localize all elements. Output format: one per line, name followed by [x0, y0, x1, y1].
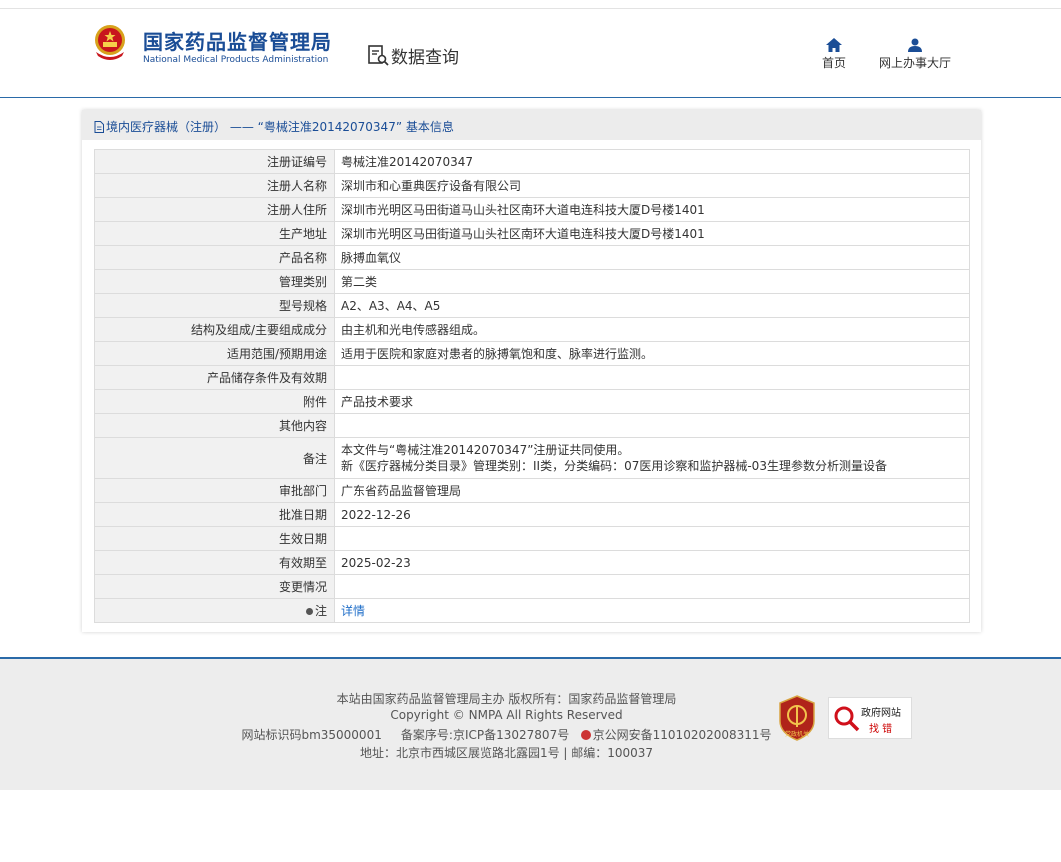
field-key: 备注: [94, 437, 335, 479]
field-key: 注册人住所: [94, 197, 335, 222]
field-key: 产品储存条件及有效期: [94, 365, 335, 390]
panel-title: 境内医疗器械（注册） —— “粤械注准20142070347” 基本信息: [94, 118, 454, 135]
field-value: 由主机和光电传感器组成。: [334, 317, 970, 342]
details-link[interactable]: 详情: [341, 604, 365, 618]
site-footer: 本站由国家药品监督管理局主办 版权所有：国家药品监督管理局 Copyright …: [0, 659, 1061, 790]
field-value-remark: 本文件与“粤械注准20142070347”注册证共同使用。 新《医疗器械分类目录…: [334, 437, 970, 479]
field-value: 2022-12-26: [334, 502, 970, 527]
table-row: 结构及组成/主要组成成分 由主机和光电传感器组成。: [94, 317, 970, 342]
field-value: 深圳市光明区马田街道马山头社区南环大道电连科技大厦D号楼1401: [334, 221, 970, 246]
note-value-cell: 详情: [334, 598, 970, 623]
field-value: 产品技术要求: [334, 389, 970, 414]
pin-icon: [305, 608, 313, 615]
table-row: 注册人住所 深圳市光明区马田街道马山头社区南环大道电连科技大厦D号楼1401: [94, 197, 970, 222]
nav-home[interactable]: 首页: [816, 38, 852, 71]
table-row-remark: 备注 本文件与“粤械注准20142070347”注册证共同使用。 新《医疗器械分…: [94, 437, 970, 479]
field-key: 附件: [94, 389, 335, 414]
nav-online-hall-label: 网上办事大厅: [878, 56, 951, 70]
field-key: 批准日期: [94, 502, 335, 527]
footer-address: 地址：北京市西城区展览路北露园1号 | 邮编：100037: [359, 746, 654, 760]
police-badge-icon: [580, 730, 591, 740]
national-emblem-icon: [95, 25, 125, 60]
data-query-icon[interactable]: [366, 43, 390, 67]
field-key: 型号规格: [94, 293, 335, 318]
table-row: 产品储存条件及有效期: [94, 365, 970, 390]
field-value: 适用于医院和家庭对患者的脉搏氧饱和度、脉率进行监测。: [334, 341, 970, 366]
field-key: 生效日期: [94, 526, 335, 551]
magnifier-icon: [834, 706, 860, 732]
detail-panel: 境内医疗器械（注册） —— “粤械注准20142070347” 基本信息 注册证…: [82, 110, 981, 632]
table-row: 注册证编号 粤械注准20142070347: [94, 149, 970, 174]
logo-title-cn[interactable]: 国家药品监督管理局: [143, 26, 332, 55]
field-value: 2025-02-23: [334, 550, 970, 575]
field-key: 注册人名称: [94, 173, 335, 198]
field-key: 注册证编号: [94, 149, 335, 174]
info-table: 注册证编号 粤械注准20142070347 注册人名称 深圳市和心重典医疗设备有限公…: [94, 149, 970, 623]
table-row: 审批部门 广东省药品监督管理局: [94, 478, 970, 503]
table-row: 生产地址 深圳市光明区马田街道马山头社区南环大道电连科技大厦D号楼1401: [94, 221, 970, 246]
nav-home-label: 首页: [821, 56, 846, 70]
table-row: 批准日期 2022-12-26: [94, 502, 970, 527]
panel-title-text: 境内医疗器械（注册） —— “粤械注准20142070347” 基本信息: [106, 120, 454, 134]
gov-site-error-title: 政府网站: [861, 708, 901, 719]
remark-line-1: 本文件与“粤械注准20142070347”注册证共同使用。: [341, 443, 630, 457]
field-value: [334, 526, 970, 551]
field-value: [334, 365, 970, 390]
field-key: 有效期至: [94, 550, 335, 575]
gov-site-error-subtitle: 找 错: [869, 724, 893, 735]
table-row: 有效期至 2025-02-23: [94, 550, 970, 575]
panel-header: 境内医疗器械（注册） —— “粤械注准20142070347” 基本信息: [82, 110, 981, 140]
table-row: 变更情况: [94, 574, 970, 599]
document-icon: [94, 121, 104, 133]
nav-online-hall[interactable]: 网上办事大厅: [872, 38, 958, 71]
field-key: 变更情况: [94, 574, 335, 599]
party-gov-badge-text: 党政机关: [785, 730, 809, 738]
party-gov-badge-icon[interactable]: 党政机关: [778, 695, 816, 741]
header-divider: [0, 97, 1061, 98]
table-row: 产品名称 脉搏血氧仪: [94, 245, 970, 270]
field-key: 适用范围/预期用途: [94, 341, 335, 366]
table-row: 管理类别 第二类: [94, 269, 970, 294]
field-value: [334, 413, 970, 438]
field-key: 结构及组成/主要组成成分: [94, 317, 335, 342]
note-key-cell: 注: [94, 598, 335, 623]
note-key: 注: [314, 604, 327, 618]
field-value: A2、A3、A4、A5: [334, 293, 970, 318]
logo-title-en[interactable]: National Medical Products Administration: [143, 55, 328, 65]
field-value: 第二类: [334, 269, 970, 294]
field-key: 生产地址: [94, 221, 335, 246]
table-row-note: 注 详情: [94, 598, 970, 623]
field-key: 管理类别: [94, 269, 335, 294]
table-row: 生效日期: [94, 526, 970, 551]
data-query-label[interactable]: 数据查询: [391, 43, 459, 68]
field-key: 审批部门: [94, 478, 335, 503]
table-row: 型号规格 A2、A3、A4、A5: [94, 293, 970, 318]
field-value: [334, 574, 970, 599]
field-value: 广东省药品监督管理局: [334, 478, 970, 503]
remark-line-2: 新《医疗器械分类目录》管理类别：II类，分类编码：07医用诊察和监护器械-03生…: [341, 459, 887, 473]
gov-site-error-badge[interactable]: 政府网站 找 错: [828, 697, 912, 739]
table-row: 其他内容: [94, 413, 970, 438]
user-icon: [908, 38, 922, 52]
home-icon: [826, 38, 842, 52]
site-code: 网站标识码bm35000001: [241, 728, 382, 742]
top-border: [0, 0, 1061, 9]
field-value: 粤械注准20142070347: [334, 149, 970, 174]
field-value: 深圳市光明区马田街道马山头社区南环大道电连科技大厦D号楼1401: [334, 197, 970, 222]
table-row: 注册人名称 深圳市和心重典医疗设备有限公司: [94, 173, 970, 198]
field-value: 深圳市和心重典医疗设备有限公司: [334, 173, 970, 198]
field-key: 产品名称: [94, 245, 335, 270]
police-link[interactable]: 京公网安备11010202008311号: [593, 728, 772, 742]
table-row: 适用范围/预期用途 适用于医院和家庭对患者的脉搏氧饱和度、脉率进行监测。: [94, 341, 970, 366]
icp-link[interactable]: 备案序号:京ICP备13027807号: [401, 728, 569, 742]
field-key: 其他内容: [94, 413, 335, 438]
table-row: 附件 产品技术要求: [94, 389, 970, 414]
field-value: 脉搏血氧仪: [334, 245, 970, 270]
